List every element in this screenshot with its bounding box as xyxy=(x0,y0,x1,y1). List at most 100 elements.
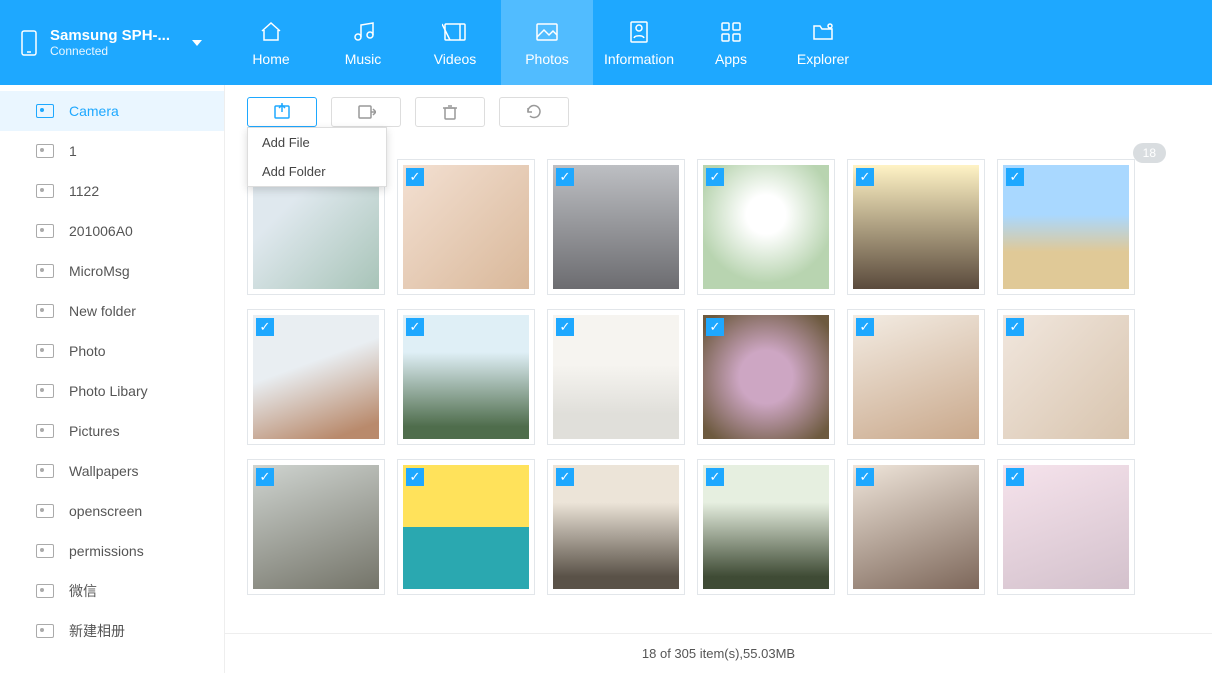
photo-thumb[interactable]: ✓ xyxy=(247,459,385,595)
selected-check-icon: ✓ xyxy=(706,468,724,486)
import-dropdown: Add File Add Folder xyxy=(247,127,387,187)
folder-icon xyxy=(36,224,54,238)
photo-thumb[interactable]: ✓ xyxy=(547,309,685,445)
sidebar-item[interactable]: Wallpapers xyxy=(0,451,224,491)
photo-thumb[interactable]: ✓ xyxy=(847,459,985,595)
photo-grid: ✓✓✓✓✓✓✓✓✓✓✓✓✓✓✓✓✓✓ xyxy=(247,159,1190,595)
folder-icon xyxy=(36,304,54,318)
folder-icon xyxy=(36,584,54,598)
device-selector[interactable]: Samsung SPH-... Connected xyxy=(0,0,225,85)
nav-label: Photos xyxy=(525,51,569,67)
sidebar-label: 微信 xyxy=(69,581,97,601)
nav-label: Music xyxy=(345,51,382,67)
add-file-option[interactable]: Add File xyxy=(248,128,386,157)
top-nav: Home Music Videos Photos Information Apps Expl… xyxy=(225,0,869,85)
music-icon xyxy=(350,19,376,43)
nav-music[interactable]: Music xyxy=(317,0,409,85)
sidebar: Camera 1 1122 201006A0 MicroMsg New folder Pho… xyxy=(0,85,225,673)
add-folder-option[interactable]: Add Folder xyxy=(248,157,386,186)
sidebar-item[interactable]: New folder xyxy=(0,291,224,331)
folder-icon xyxy=(36,144,54,158)
sidebar-item[interactable]: MicroMsg xyxy=(0,251,224,291)
photo-thumb[interactable]: ✓ xyxy=(997,159,1135,295)
export-icon xyxy=(356,103,376,121)
status-bar: 18 of 305 item(s),55.03MB xyxy=(225,633,1212,673)
folder-icon xyxy=(36,384,54,398)
photo-thumb[interactable]: ✓ xyxy=(247,309,385,445)
toolbar: Add File Add Folder 18 xyxy=(225,85,1212,139)
selected-check-icon: ✓ xyxy=(706,318,724,336)
nav-videos[interactable]: Videos xyxy=(409,0,501,85)
nav-home[interactable]: Home xyxy=(225,0,317,85)
sidebar-item[interactable]: Camera xyxy=(0,91,224,131)
selected-check-icon: ✓ xyxy=(556,468,574,486)
refresh-button[interactable] xyxy=(499,97,569,127)
sidebar-item[interactable]: openscreen xyxy=(0,491,224,531)
photo-thumb[interactable]: ✓ xyxy=(997,459,1135,595)
videos-icon xyxy=(442,19,468,43)
selected-check-icon: ✓ xyxy=(856,168,874,186)
sidebar-item[interactable]: 201006A0 xyxy=(0,211,224,251)
photo-thumb[interactable]: ✓ xyxy=(397,309,535,445)
sidebar-item[interactable]: 1 xyxy=(0,131,224,171)
selected-check-icon: ✓ xyxy=(556,168,574,186)
sidebar-item[interactable]: Photo xyxy=(0,331,224,371)
photo-thumb[interactable]: ✓ xyxy=(397,459,535,595)
selected-check-icon: ✓ xyxy=(856,318,874,336)
import-icon xyxy=(272,103,292,121)
sidebar-item[interactable]: 1122 xyxy=(0,171,224,211)
refresh-icon xyxy=(525,103,543,121)
import-button[interactable] xyxy=(247,97,317,127)
sidebar-label: Photo xyxy=(69,343,106,359)
folder-icon xyxy=(36,104,54,118)
selected-check-icon: ✓ xyxy=(706,168,724,186)
nav-label: Home xyxy=(252,51,289,67)
device-status: Connected xyxy=(50,44,170,58)
photo-thumb[interactable]: ✓ xyxy=(997,309,1135,445)
sidebar-label: Pictures xyxy=(69,423,120,439)
selected-check-icon: ✓ xyxy=(406,168,424,186)
photo-thumb[interactable]: ✓ xyxy=(847,309,985,445)
sidebar-label: 1122 xyxy=(69,183,99,199)
nav-label: Videos xyxy=(434,51,477,67)
folder-icon xyxy=(36,424,54,438)
sidebar-label: 1 xyxy=(69,143,77,159)
photo-thumb[interactable]: ✓ xyxy=(697,459,835,595)
selected-check-icon: ✓ xyxy=(406,468,424,486)
sidebar-item[interactable]: Pictures xyxy=(0,411,224,451)
main-panel: Add File Add Folder 18 ✓ ✓ ✓ ✓ ✓ ✓ ✓ ✓ ✓ ✓ ✓ ✓ ✓ ✓ ✓ ✓ ✓… xyxy=(225,85,1212,673)
nav-apps[interactable]: Apps xyxy=(685,0,777,85)
folder-icon xyxy=(36,504,54,518)
photo-thumb[interactable]: ✓ xyxy=(847,159,985,295)
delete-button[interactable] xyxy=(415,97,485,127)
nav-label: Information xyxy=(604,51,674,67)
photo-thumb[interactable]: ✓ xyxy=(547,159,685,295)
nav-photos[interactable]: Photos xyxy=(501,0,593,85)
photos-icon xyxy=(534,19,560,43)
sidebar-item[interactable]: permissions xyxy=(0,531,224,571)
apps-icon xyxy=(718,19,744,43)
sidebar-item[interactable]: Photo Libary xyxy=(0,371,224,411)
selected-check-icon: ✓ xyxy=(256,468,274,486)
sidebar-label: New folder xyxy=(69,303,136,319)
nav-information[interactable]: Information xyxy=(593,0,685,85)
folder-icon xyxy=(36,344,54,358)
export-button[interactable] xyxy=(331,97,401,127)
selected-check-icon: ✓ xyxy=(1006,318,1024,336)
photo-thumb[interactable]: ✓ xyxy=(697,309,835,445)
photo-thumb[interactable]: ✓ xyxy=(547,459,685,595)
selected-check-icon: ✓ xyxy=(1006,468,1024,486)
selected-check-icon: ✓ xyxy=(406,318,424,336)
sidebar-label: 201006A0 xyxy=(69,223,133,239)
sidebar-label: Wallpapers xyxy=(69,463,139,479)
photo-thumb[interactable]: ✓ xyxy=(697,159,835,295)
nav-label: Explorer xyxy=(797,51,849,67)
sidebar-item[interactable]: 微信 xyxy=(0,571,224,611)
nav-label: Apps xyxy=(715,51,747,67)
folder-icon xyxy=(36,624,54,638)
nav-explorer[interactable]: Explorer xyxy=(777,0,869,85)
sidebar-label: Camera xyxy=(69,103,119,119)
photo-thumb[interactable]: ✓ xyxy=(397,159,535,295)
sidebar-item[interactable]: 新建相册 xyxy=(0,611,224,651)
chevron-down-icon xyxy=(192,40,202,46)
